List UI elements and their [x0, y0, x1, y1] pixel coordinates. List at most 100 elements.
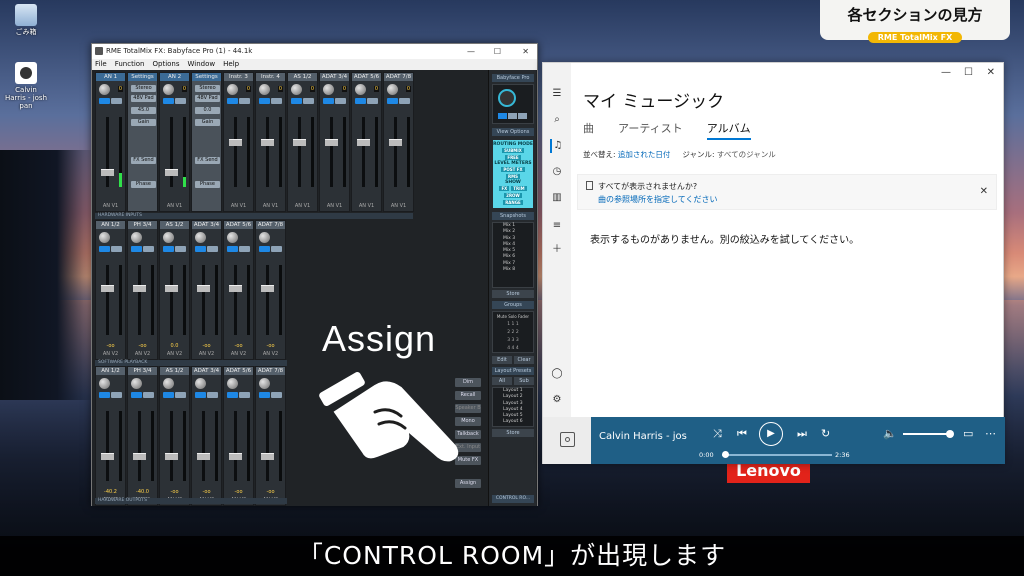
- fader-cap[interactable]: [293, 139, 306, 146]
- snapshots-header[interactable]: Snapshots: [492, 212, 534, 220]
- channel-routing[interactable]: AN V1: [384, 203, 413, 209]
- channel-name[interactable]: ADAT 3/4: [320, 73, 349, 81]
- show-trim-button[interactable]: TRIM: [511, 186, 527, 191]
- solo-button[interactable]: [175, 246, 186, 252]
- recent-icon[interactable]: ◷: [550, 165, 564, 179]
- menu-help[interactable]: Help: [223, 59, 239, 70]
- seek-thumb[interactable]: [722, 451, 729, 458]
- mute-button[interactable]: [99, 98, 110, 104]
- fader-cap[interactable]: [133, 285, 146, 292]
- show-fx-button[interactable]: FX: [499, 186, 510, 191]
- mute-button[interactable]: [259, 98, 270, 104]
- layout-item[interactable]: Layout 6: [493, 419, 533, 425]
- channel-name[interactable]: ADAT 3/4: [192, 367, 221, 375]
- solo-button[interactable]: [271, 246, 282, 252]
- volume-fader-track[interactable]: [234, 411, 237, 481]
- assign-button[interactable]: Assign: [455, 479, 481, 488]
- previous-icon[interactable]: ⏮: [737, 427, 747, 441]
- mute-button[interactable]: [99, 246, 110, 252]
- mute-button[interactable]: [323, 98, 334, 104]
- mute-button[interactable]: [99, 392, 110, 398]
- snapshot-item[interactable]: Mix 8: [493, 267, 533, 273]
- volume-fader-track[interactable]: [234, 265, 237, 335]
- pan-knob[interactable]: [259, 378, 270, 389]
- control-room-label[interactable]: CONTROL RO...: [492, 495, 534, 503]
- channel-name[interactable]: AN 1: [96, 73, 125, 81]
- layout-all-button[interactable]: All: [492, 377, 512, 385]
- pan-knob[interactable]: [195, 232, 206, 243]
- channel-name[interactable]: AS 1/2: [288, 73, 317, 81]
- maximize-icon[interactable]: ☐: [494, 44, 501, 59]
- fader-cap[interactable]: [261, 139, 274, 146]
- mute-button[interactable]: [259, 246, 270, 252]
- free-button[interactable]: FREE: [505, 155, 521, 160]
- now-playing-icon[interactable]: ▥: [550, 191, 564, 205]
- solo-button[interactable]: [303, 98, 314, 104]
- menu-window[interactable]: Window: [188, 59, 216, 70]
- main-volume-knob[interactable]: [498, 89, 516, 107]
- volume-icon[interactable]: 🔈: [883, 427, 897, 440]
- main-fx-button[interactable]: [518, 113, 527, 119]
- view-options-header[interactable]: View Options: [492, 128, 534, 136]
- channel-routing[interactable]: AN V2: [256, 351, 285, 357]
- channel-name[interactable]: ADAT 7/8: [256, 221, 285, 229]
- volume-slider[interactable]: [903, 430, 954, 438]
- pan-knob[interactable]: [259, 232, 270, 243]
- fader-cap[interactable]: [229, 285, 242, 292]
- album-art[interactable]: [543, 417, 591, 464]
- fader-cap[interactable]: [229, 139, 242, 146]
- mute-button[interactable]: [163, 98, 174, 104]
- channel-routing[interactable]: AN V1: [96, 203, 125, 209]
- pan-knob[interactable]: [387, 84, 398, 95]
- channel-routing[interactable]: AN V1: [160, 203, 189, 209]
- pan-knob[interactable]: [227, 232, 238, 243]
- pan-knob[interactable]: [355, 84, 366, 95]
- channel-name[interactable]: AN 1/2: [96, 221, 125, 229]
- phase-button[interactable]: Phase: [131, 181, 156, 188]
- more-icon[interactable]: ⋯: [985, 427, 996, 440]
- volume-fader-track[interactable]: [266, 411, 269, 481]
- pan-knob[interactable]: [163, 378, 174, 389]
- menu-function[interactable]: Function: [115, 59, 145, 70]
- fader-cap[interactable]: [101, 285, 114, 292]
- pan-knob[interactable]: [163, 232, 174, 243]
- volume-fader-track[interactable]: [330, 117, 333, 187]
- tab-artists[interactable]: アーティスト: [618, 120, 683, 140]
- repeat-icon[interactable]: ↻: [821, 427, 830, 440]
- playlists-icon[interactable]: ≡: [550, 219, 564, 233]
- groups-header[interactable]: Groups: [492, 301, 534, 309]
- mute-button[interactable]: [387, 98, 398, 104]
- fader-cap[interactable]: [389, 139, 402, 146]
- pan-knob[interactable]: [323, 84, 334, 95]
- device-select[interactable]: Babyface Pro: [492, 74, 534, 82]
- mute-button[interactable]: [291, 98, 302, 104]
- pan-knob[interactable]: [259, 84, 270, 95]
- volume-fader-track[interactable]: [362, 117, 365, 187]
- solo-button[interactable]: [175, 392, 186, 398]
- mute-button[interactable]: [163, 246, 174, 252]
- channel-name[interactable]: AS 1/2: [160, 367, 189, 375]
- volume-fader-track[interactable]: [394, 117, 397, 187]
- solo-button[interactable]: [175, 98, 186, 104]
- solo-button[interactable]: [399, 98, 410, 104]
- solo-button[interactable]: [207, 392, 218, 398]
- desktop-icon-audio-file[interactable]: Calvin Harris - josh pan: [4, 62, 48, 110]
- channel-name[interactable]: ADAT 5/6: [224, 221, 253, 229]
- stereo-button[interactable]: Stereo: [195, 85, 220, 92]
- hamburger-icon[interactable]: ☰: [550, 87, 564, 101]
- dismiss-close-icon[interactable]: ✕: [980, 186, 988, 197]
- music-minimize-icon[interactable]: —: [941, 67, 951, 78]
- pan-knob[interactable]: [99, 232, 110, 243]
- solo-button[interactable]: [111, 392, 122, 398]
- play-button[interactable]: ▶: [759, 422, 783, 446]
- now-playing-title[interactable]: Calvin Harris - josh p: [599, 431, 687, 442]
- stereo-button[interactable]: Stereo: [131, 85, 156, 92]
- settings-header[interactable]: Settings: [128, 73, 157, 81]
- pan-knob[interactable]: [195, 378, 206, 389]
- channel-name[interactable]: AS 1/2: [160, 221, 189, 229]
- channel-name[interactable]: AN 2: [160, 73, 189, 81]
- channel-name[interactable]: ADAT 3/4: [192, 221, 221, 229]
- channel-name[interactable]: ADAT 7/8: [384, 73, 413, 81]
- volume-thumb[interactable]: [946, 430, 954, 438]
- solo-button[interactable]: [111, 246, 122, 252]
